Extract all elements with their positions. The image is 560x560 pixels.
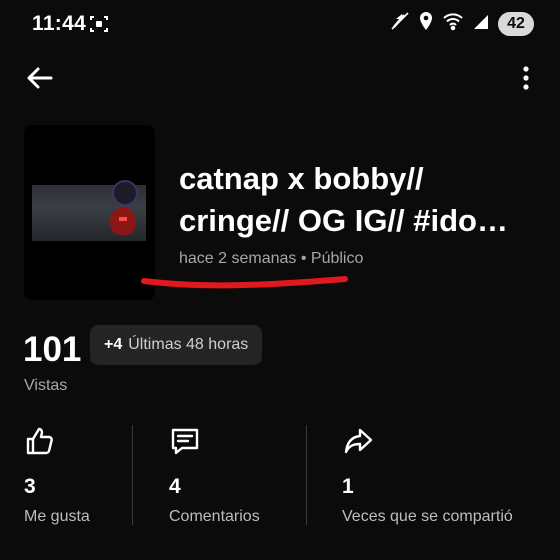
recent-views-delta: +4 <box>104 336 123 353</box>
location-icon <box>418 11 434 36</box>
video-title: catnap x bobby// cringe// OG IG// #ido… <box>179 158 539 242</box>
thumbnail-character <box>112 180 138 206</box>
system-icons: 42 <box>390 11 534 36</box>
recent-views-chip[interactable]: +4 Últimas 48 horas <box>90 325 263 365</box>
views-label: Vistas <box>24 377 68 394</box>
more-vertical-icon <box>523 66 529 90</box>
comment-icon <box>171 428 199 455</box>
red-underline-annotation <box>141 276 348 289</box>
back-button[interactable] <box>22 60 58 96</box>
arrow-left-icon <box>27 67 53 89</box>
status-bar: 11:44 42 <box>0 0 560 50</box>
wifi-icon <box>442 11 464 36</box>
recent-views-period: Últimas 48 horas <box>128 336 249 353</box>
shares-label: Veces que se compartió <box>342 508 513 525</box>
divider <box>306 425 307 525</box>
battery-badge: 42 <box>498 11 534 36</box>
likes-count: 3 <box>24 475 36 498</box>
shares-count: 1 <box>342 475 354 498</box>
video-meta: hace 2 semanas • Público <box>179 250 364 267</box>
screen-capture-icon <box>89 14 109 34</box>
thumbs-up-icon <box>26 427 53 455</box>
comments-label: Comentarios <box>169 508 260 525</box>
more-options-button[interactable] <box>514 60 538 96</box>
video-thumbnail[interactable] <box>24 125 155 300</box>
thumbnail-detail <box>119 217 127 221</box>
signal-icon <box>472 11 490 36</box>
video-title-line: catnap x bobby// <box>179 161 424 196</box>
thumbnail-character <box>110 207 136 235</box>
likes-label: Me gusta <box>24 508 90 525</box>
comments-count: 4 <box>169 475 181 498</box>
divider <box>132 425 133 525</box>
share-icon <box>344 428 373 454</box>
video-title-line: cringe// OG IG// #ido… <box>179 203 508 238</box>
no-sound-icon <box>390 11 410 36</box>
views-count: 101 <box>23 330 82 369</box>
status-time: 11:44 <box>32 12 87 35</box>
